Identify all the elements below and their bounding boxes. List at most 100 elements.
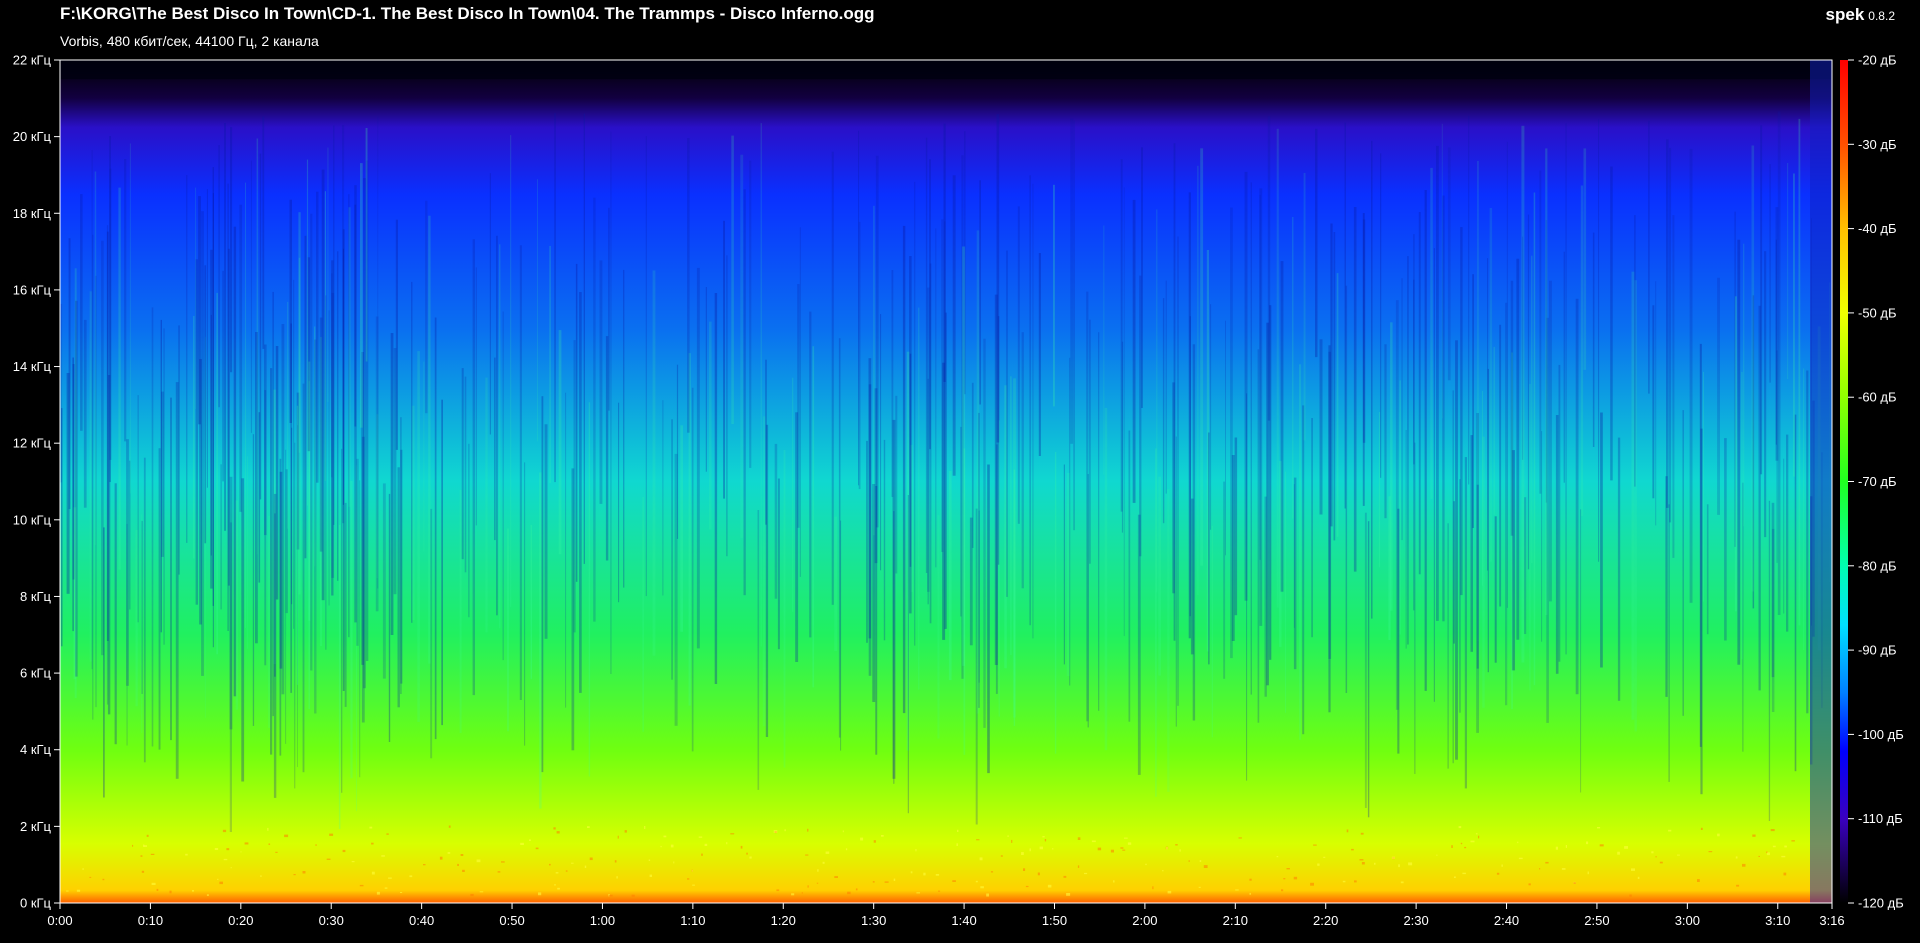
spectrogram-stripe	[599, 260, 603, 504]
spectrogram-stripe	[1200, 148, 1204, 566]
spectrogram-stripe	[1319, 339, 1323, 515]
spectrogram-stripe	[459, 489, 462, 733]
spectrogram-speckle	[66, 890, 69, 892]
spectrogram-stripe	[583, 113, 585, 564]
spectrogram-stripe	[287, 301, 289, 529]
spectrogram-speckle	[1342, 880, 1346, 883]
spectrogram-stripe	[978, 412, 980, 708]
spectrogram-speckle	[1025, 885, 1029, 888]
colorbar-tick-label: -50 дБ	[1858, 305, 1897, 320]
spectrogram-stripe	[1689, 148, 1693, 603]
spectrogram-stripe	[1006, 250, 1008, 597]
spectrogram-stripe	[1529, 384, 1531, 691]
spectrogram-speckle	[1249, 892, 1251, 895]
spectrogram-speckle	[240, 851, 242, 853]
spectrogram-stripe	[943, 123, 946, 382]
spectrogram-stripe	[204, 265, 207, 544]
spectrogram-speckle	[616, 876, 618, 879]
x-tick-label: 1:10	[680, 913, 705, 928]
spectrogram-stripe	[235, 500, 239, 710]
spectrogram-stripe	[1208, 432, 1210, 665]
spectrogram-stripe	[1751, 145, 1755, 592]
spectrogram-stripe	[1162, 298, 1165, 524]
spectrogram-speckle	[538, 892, 542, 896]
y-tick-label: 8 кГц	[20, 589, 52, 604]
y-tick-label: 14 кГц	[13, 359, 52, 374]
spectrogram-stripe	[1668, 504, 1670, 782]
spectrogram-speckle	[284, 834, 289, 838]
spectrogram-speckle	[82, 868, 84, 870]
spectrogram-stripe	[544, 424, 548, 639]
spectrogram-speckle	[260, 875, 262, 877]
spectrogram-stripe	[1038, 253, 1041, 456]
spectrogram-stripe	[918, 307, 920, 690]
spectrogram-speckle	[1475, 833, 1478, 835]
spectrogram-stripe	[783, 449, 786, 768]
spectrogram-speckle	[979, 857, 983, 861]
spectrogram-stripe	[723, 220, 725, 499]
spectrogram-speckle	[219, 881, 223, 885]
spectrogram-speckle	[624, 830, 627, 833]
spectrogram-stripe	[1353, 207, 1357, 572]
spectrogram-speckle	[1496, 872, 1500, 875]
spectrogram-speckle	[1113, 880, 1115, 883]
spectrogram-stripe	[68, 238, 71, 510]
spectrogram-speckle	[938, 890, 941, 892]
spectrogram-speckle	[386, 833, 389, 835]
spectrogram-speckle	[687, 878, 690, 880]
spectrogram-stripe	[289, 199, 292, 423]
spectrogram-stripe	[1197, 165, 1199, 596]
spectrogram-speckle	[1766, 852, 1770, 856]
spectrogram-stripe	[1378, 412, 1381, 568]
spectrogram-speckle	[141, 870, 145, 873]
spectrogram-speckle	[1770, 829, 1775, 832]
spectrogram-stripe	[161, 391, 164, 557]
spectrogram-speckle	[529, 839, 531, 841]
spectrogram-speckle	[244, 842, 249, 845]
spectrogram-stripe	[541, 396, 544, 773]
spectrogram-chart: 0:00 0:10 0:20 0:30 0:40 0:50 1:00 1:10 1:20 1:30…	[13, 53, 1904, 929]
spectrogram-speckle	[923, 872, 926, 876]
spectrogram-stripe	[502, 311, 504, 661]
spectrogram-stripe	[874, 388, 878, 564]
spectrogram-speckle	[825, 851, 830, 854]
spectrogram-speckle	[222, 829, 227, 833]
spectrogram-speckle	[1063, 875, 1067, 878]
spectrogram-speckle	[873, 840, 876, 843]
spectrogram-stripe	[671, 419, 673, 680]
spectrogram-stripe	[1652, 305, 1655, 499]
spectrogram-stripe	[342, 229, 345, 692]
spectrogram-stripe	[571, 468, 575, 751]
spectrogram-speckle	[776, 889, 780, 892]
spectrogram-speckle	[439, 856, 443, 860]
spectrogram-stripe	[645, 136, 647, 597]
spectrogram-stripe	[1545, 148, 1548, 616]
spectrogram-stripe	[1250, 182, 1252, 695]
spectrogram-stripe	[302, 383, 305, 773]
spectrogram-stripe	[575, 263, 578, 582]
spectrogram-stripe	[1798, 118, 1801, 626]
spectrogram-stripe	[605, 336, 609, 561]
spectrogram-stripe	[212, 193, 214, 648]
spectrogram-speckle	[847, 891, 851, 895]
spectrogram-stripe	[325, 295, 327, 650]
spectrogram-stripe	[530, 525, 532, 679]
spectrogram-speckle	[1436, 854, 1438, 856]
spectrogram-speckle	[1464, 846, 1467, 849]
spectrogram-speckle	[214, 848, 219, 850]
spectrogram-speckle	[1408, 862, 1413, 866]
spectrogram-stripe	[141, 520, 143, 694]
spectrogram-speckle	[910, 871, 913, 874]
spectrogram-stripe	[1583, 148, 1587, 370]
spectrogram-speckle	[1518, 857, 1523, 860]
spectrogram-stripe	[696, 267, 700, 649]
spectrogram-speckle	[1758, 855, 1760, 857]
spectrogram-stripe	[321, 169, 325, 601]
spectrogram-stripe	[1167, 489, 1170, 792]
spectrogram-speckle	[1528, 883, 1531, 886]
spectrogram-stripe	[1706, 504, 1709, 635]
spectrogram-speckle	[302, 871, 306, 874]
spectrogram-speckle	[784, 829, 786, 832]
spectrogram-stripe	[1783, 458, 1785, 614]
spectrogram-stripe	[777, 478, 780, 650]
